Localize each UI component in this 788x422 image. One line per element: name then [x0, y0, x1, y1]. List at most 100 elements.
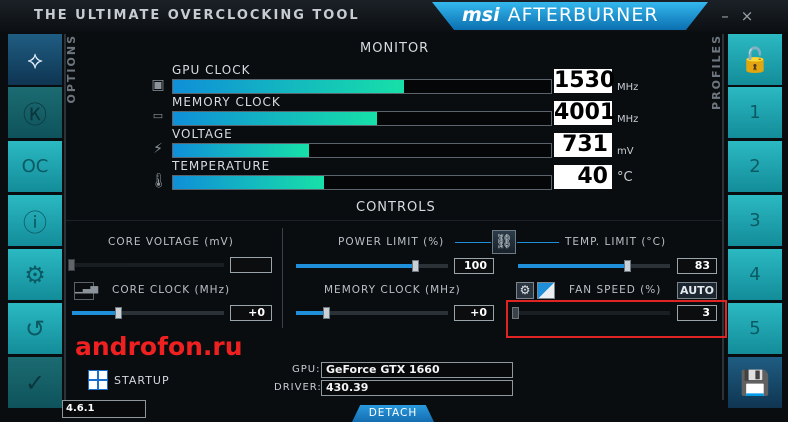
- monitor-title: MONITOR: [360, 41, 430, 56]
- gpu-clock-bar: [172, 79, 552, 94]
- fan-speed-label: FAN SPEED (%): [569, 284, 662, 296]
- core-voltage-label: CORE VOLTAGE (mV): [108, 236, 234, 248]
- memory-clock-unit: MHz: [617, 114, 639, 125]
- link-limits-button[interactable]: ⛓: [492, 230, 516, 254]
- memory-clock-slider[interactable]: [296, 307, 448, 319]
- core-voltage-thumb[interactable]: [68, 259, 75, 271]
- memory-clock-fill: [173, 112, 378, 125]
- memory-clock-control-label: MEMORY CLOCK (MHz): [324, 284, 461, 296]
- controls-divider: [66, 220, 722, 221]
- gpu-clock-unit: MHz: [617, 82, 639, 93]
- info-button[interactable]: ⓘ: [8, 195, 62, 246]
- temp-limit-thumb[interactable]: [624, 260, 632, 272]
- controls-separator: [282, 228, 283, 328]
- power-limit-value[interactable]: 100: [454, 258, 494, 274]
- close-button[interactable]: ×: [738, 8, 756, 24]
- temperature-fill: [173, 176, 325, 189]
- core-clock-thumb[interactable]: [114, 307, 122, 319]
- temp-limit-slider[interactable]: [518, 260, 670, 272]
- driver-value: 430.39: [321, 380, 513, 396]
- gear-icon: ⚙: [24, 260, 46, 289]
- profile-lock-button[interactable]: 🔓: [728, 34, 782, 85]
- temp-link-line: [517, 242, 559, 243]
- oc-scanner-icon: OC: [21, 156, 49, 177]
- temperature-value: 40: [554, 165, 612, 189]
- voltage-value: 731: [554, 133, 612, 157]
- controls-title: CONTROLS: [356, 200, 436, 215]
- brand-name: AFTERBURNER: [507, 4, 659, 26]
- watermark-text: androfon.ru: [75, 332, 243, 361]
- power-link-line: [455, 242, 491, 243]
- voltage-label: VOLTAGE: [172, 127, 233, 141]
- gpu-name-value: GeForce GTX 1660: [321, 362, 513, 378]
- reset-icon: ↺: [24, 314, 46, 343]
- kombustor-button[interactable]: Ⓚ: [8, 87, 62, 138]
- power-limit-label: POWER LIMIT (%): [338, 236, 445, 248]
- apply-button[interactable]: ✓: [8, 357, 62, 408]
- windows-startup-icon[interactable]: [88, 370, 108, 390]
- core-clock-fill: [72, 311, 118, 315]
- msi-afterburner-window: THE ULTIMATE OVERCLOCKING TOOL msi AFTERB…: [0, 0, 788, 422]
- core-voltage-value[interactable]: [230, 257, 272, 273]
- temp-limit-label: TEMP. LIMIT (°C): [565, 236, 667, 248]
- msi-dragon-button[interactable]: ⟡: [8, 34, 62, 85]
- fan-settings-icon[interactable]: ⚙: [516, 282, 534, 299]
- gpu-clock-label: GPU CLOCK: [172, 63, 251, 77]
- temperature-label: TEMPERATURE: [172, 159, 271, 173]
- left-sidebar: ⟡ Ⓚ OC ⓘ ⚙ ↺ ✓: [8, 34, 62, 420]
- temp-limit-value[interactable]: 83: [677, 258, 717, 274]
- core-clock-value[interactable]: +0: [230, 305, 272, 321]
- memory-chip-icon: ▭: [152, 109, 164, 122]
- memory-clock-value: 4001: [554, 100, 616, 125]
- memory-clock-slider-fill: [296, 311, 327, 315]
- voltage-bar: [172, 143, 552, 158]
- profile-1-button[interactable]: 1: [728, 87, 782, 138]
- minimize-button[interactable]: –: [716, 8, 734, 24]
- temperature-bar: [172, 175, 552, 190]
- profile-3-label: 3: [749, 210, 761, 231]
- brand-logo: msi AFTERBURNER: [462, 4, 659, 26]
- reset-button[interactable]: ↺: [8, 303, 62, 354]
- right-sidebar: 🔓 1 2 3 4 5 💾: [728, 34, 782, 420]
- power-limit-fill: [296, 264, 415, 268]
- curve-editor-icon[interactable]: ▁▃▅: [74, 282, 98, 300]
- settings-button[interactable]: ⚙: [8, 249, 62, 300]
- profile-4-button[interactable]: 4: [728, 249, 782, 300]
- chain-link-icon: ⛓: [495, 234, 513, 250]
- kombustor-icon: Ⓚ: [23, 101, 47, 129]
- msi-dragon-icon: ⟡: [27, 45, 43, 74]
- profile-5-button[interactable]: 5: [728, 303, 782, 354]
- memory-clock-control-value[interactable]: +0: [454, 305, 494, 321]
- save-icon: 💾: [740, 368, 770, 397]
- startup-label: STARTUP: [114, 374, 170, 387]
- info-icon: ⓘ: [23, 209, 47, 237]
- lock-icon: 🔓: [740, 45, 770, 74]
- voltage-fill: [173, 144, 310, 157]
- core-clock-slider[interactable]: [72, 307, 224, 319]
- voltage-bolt-icon: ⚡: [153, 141, 163, 157]
- temp-limit-fill: [518, 264, 628, 268]
- memory-clock-thumb[interactable]: [323, 307, 331, 319]
- profile-4-label: 4: [749, 264, 761, 285]
- fan-curve-icon[interactable]: [537, 282, 555, 299]
- voltage-unit: mV: [617, 146, 634, 157]
- core-clock-label: CORE CLOCK (MHz): [112, 284, 231, 296]
- save-profile-button[interactable]: 💾: [728, 357, 782, 408]
- oc-scanner-button[interactable]: OC: [8, 141, 62, 192]
- memory-clock-bar: [172, 111, 552, 126]
- profile-2-button[interactable]: 2: [728, 141, 782, 192]
- gpu-clock-fill: [173, 80, 404, 93]
- brand-msi: msi: [462, 4, 500, 26]
- fan-auto-button[interactable]: AUTO: [677, 282, 717, 299]
- gpu-clock-value: 1530: [554, 68, 616, 93]
- power-limit-slider[interactable]: [296, 260, 448, 272]
- power-limit-thumb[interactable]: [411, 260, 419, 272]
- gpu-name-label: GPU:: [292, 364, 321, 375]
- profile-3-button[interactable]: 3: [728, 195, 782, 246]
- detach-button[interactable]: DETACH: [352, 405, 434, 422]
- fan-speed-highlight: [506, 300, 727, 338]
- profiles-label: PROFILES: [710, 34, 723, 110]
- core-voltage-slider[interactable]: [68, 259, 224, 271]
- profile-5-label: 5: [749, 318, 761, 339]
- version-box: 4.6.1: [62, 400, 146, 418]
